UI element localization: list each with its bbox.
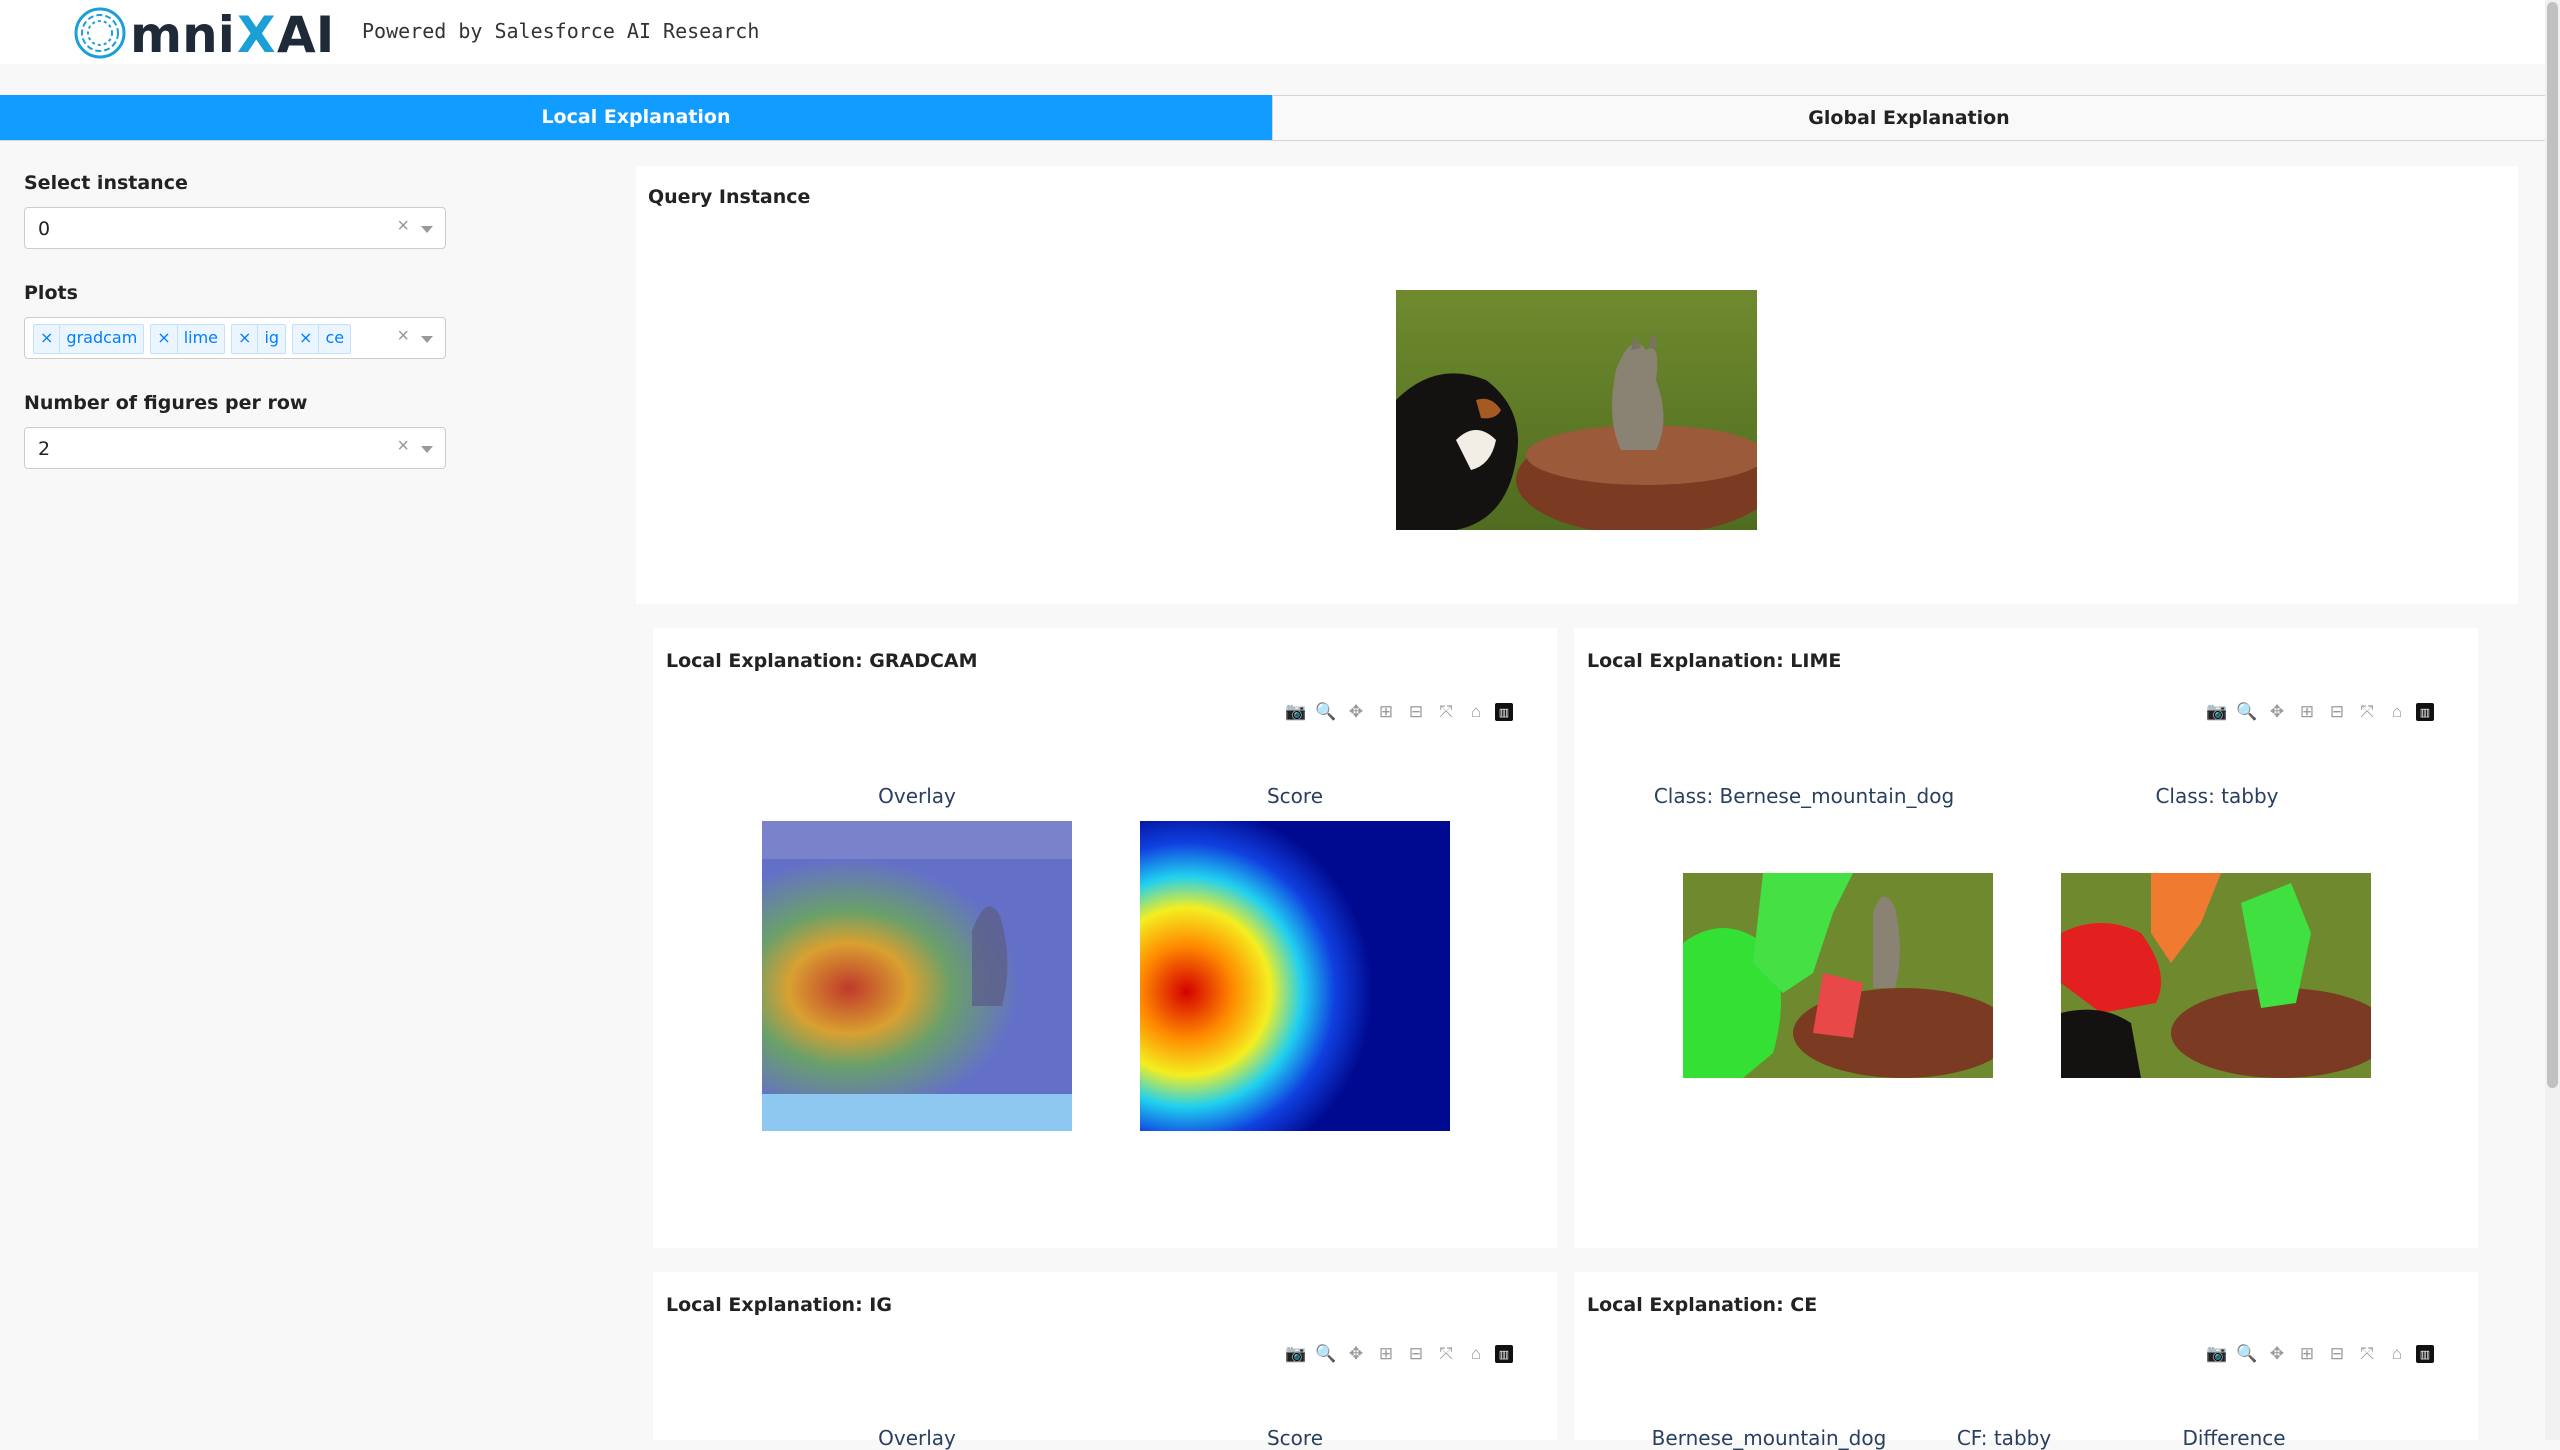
pan-icon[interactable]: ✥ <box>1345 1343 1367 1365</box>
lime-class1-image <box>1683 873 1993 1078</box>
zoom-out-icon[interactable]: ⊟ <box>1405 1343 1427 1365</box>
remove-chip-icon[interactable]: × <box>293 325 320 353</box>
pan-icon[interactable]: ✥ <box>1345 701 1367 723</box>
figures-per-row-dropdown[interactable]: 2 × <box>24 427 446 469</box>
figures-per-row-value: 2 <box>38 438 51 460</box>
remove-chip-icon[interactable]: × <box>151 325 178 353</box>
plot-chip-ig: × ig <box>231 324 287 354</box>
remove-chip-icon[interactable]: × <box>232 325 259 353</box>
pan-icon[interactable]: ✥ <box>2266 701 2288 723</box>
ig-panel: Local Explanation: IG 📷 🔍 ✥ ⊞ ⊟ ⤧ ⌂ ▥ Ov… <box>653 1272 1557 1450</box>
camera-icon[interactable]: 📷 <box>2206 701 2228 723</box>
svg-text:mni: mni <box>130 6 235 62</box>
zoom-out-icon[interactable]: ⊟ <box>1405 701 1427 723</box>
svg-text:X: X <box>237 6 276 62</box>
plot-chip-gradcam: × gradcam <box>33 324 145 354</box>
home-icon[interactable]: ⌂ <box>2386 1343 2408 1365</box>
select-instance-value: 0 <box>38 218 51 240</box>
clear-icon[interactable]: × <box>397 435 409 458</box>
gradcam-score-subtitle: Score <box>1266 784 1323 808</box>
camera-icon[interactable]: 📷 <box>1285 1343 1307 1365</box>
zoom-in-icon[interactable]: ⊞ <box>2296 1343 2318 1365</box>
powered-by-text: Powered by Salesforce AI Research <box>362 19 760 43</box>
zoom-out-icon[interactable]: ⊟ <box>2326 1343 2348 1365</box>
clear-icon[interactable]: × <box>397 325 409 348</box>
plot-chip-ce: × ce <box>292 324 352 354</box>
zoom-in-icon[interactable]: ⊞ <box>1375 701 1397 723</box>
lime-title: Local Explanation: LIME <box>1587 650 1842 672</box>
ig-overlay-subtitle: Overlay <box>878 1426 956 1450</box>
gradcam-overlay-image <box>762 821 1072 1131</box>
zoom-icon[interactable]: 🔍 <box>1315 701 1337 723</box>
ce-modebar: 📷 🔍 ✥ ⊞ ⊟ ⤧ ⌂ ▥ <box>2206 1343 2434 1365</box>
plotly-logo-icon[interactable]: ▥ <box>1495 703 1513 721</box>
omnixai-logo: mni X AI <box>74 6 334 62</box>
lime-class1-subtitle: Class: Bernese_mountain_dog <box>1653 784 1955 808</box>
zoom-in-icon[interactable]: ⊞ <box>1375 1343 1397 1365</box>
ce-counterfactual-subtitle: CF: tabby <box>1956 1426 2052 1450</box>
zoom-icon[interactable]: 🔍 <box>2236 701 2258 723</box>
plots-label: Plots <box>24 282 78 304</box>
zoom-icon[interactable]: 🔍 <box>2236 1343 2258 1365</box>
zoom-out-icon[interactable]: ⊟ <box>2326 701 2348 723</box>
ce-original-subtitle: Bernese_mountain_dog <box>1651 1426 1887 1450</box>
home-icon[interactable]: ⌂ <box>1465 701 1487 723</box>
autoscale-icon[interactable]: ⤧ <box>1435 1343 1457 1365</box>
plot-chip-lime: × lime <box>150 324 226 354</box>
autoscale-icon[interactable]: ⤧ <box>1435 701 1457 723</box>
chevron-down-icon[interactable] <box>421 336 433 343</box>
ce-difference-subtitle: Difference <box>2182 1426 2286 1450</box>
lime-class2-subtitle: Class: tabby <box>2155 784 2279 808</box>
lime-class2-image <box>2061 873 2371 1078</box>
select-instance-dropdown[interactable]: 0 × <box>24 207 446 249</box>
page-scrollbar[interactable] <box>2545 0 2560 1440</box>
lime-modebar: 📷 🔍 ✥ ⊞ ⊟ ⤧ ⌂ ▥ <box>2206 701 2434 723</box>
home-icon[interactable]: ⌂ <box>2386 701 2408 723</box>
autoscale-icon[interactable]: ⤧ <box>2356 1343 2378 1365</box>
svg-text:AI: AI <box>277 6 334 62</box>
query-instance-panel: Query Instance <box>636 166 2518 604</box>
tab-local-explanation[interactable]: Local Explanation <box>0 95 1272 140</box>
camera-icon[interactable]: 📷 <box>1285 701 1307 723</box>
gradcam-panel: Local Explanation: GRADCAM 📷 🔍 ✥ ⊞ ⊟ ⤧ ⌂… <box>653 628 1557 1248</box>
remove-chip-icon[interactable]: × <box>34 325 61 353</box>
chevron-down-icon[interactable] <box>421 226 433 233</box>
zoom-in-icon[interactable]: ⊞ <box>2296 701 2318 723</box>
gradcam-title: Local Explanation: GRADCAM <box>666 650 978 672</box>
ce-panel: Local Explanation: CE 📷 🔍 ✥ ⊞ ⊟ ⤧ ⌂ ▥ Be… <box>1574 1272 2478 1450</box>
tab-bar: Local Explanation Global Explanation <box>0 95 2545 141</box>
plotly-logo-icon[interactable]: ▥ <box>1495 1345 1513 1363</box>
app-header: mni X AI Powered by Salesforce AI Resear… <box>0 0 2545 64</box>
ig-score-subtitle: Score <box>1266 1426 1323 1450</box>
clear-icon[interactable]: × <box>397 215 409 238</box>
gradcam-modebar: 📷 🔍 ✥ ⊞ ⊟ ⤧ ⌂ ▥ <box>1285 701 1513 723</box>
chevron-down-icon[interactable] <box>421 446 433 453</box>
figures-per-row-label: Number of figures per row <box>24 392 308 414</box>
gradcam-score-image <box>1140 821 1450 1131</box>
tab-global-explanation[interactable]: Global Explanation <box>1272 95 2545 140</box>
zoom-icon[interactable]: 🔍 <box>1315 1343 1337 1365</box>
plotly-logo-icon[interactable]: ▥ <box>2416 703 2434 721</box>
gradcam-overlay-subtitle: Overlay <box>878 784 956 808</box>
plots-multiselect[interactable]: × gradcam × lime × ig × ce × <box>24 317 446 359</box>
plotly-logo-icon[interactable]: ▥ <box>2416 1345 2434 1363</box>
query-instance-image <box>1396 290 1757 530</box>
ig-title: Local Explanation: IG <box>666 1294 892 1316</box>
lime-panel: Local Explanation: LIME 📷 🔍 ✥ ⊞ ⊟ ⤧ ⌂ ▥ … <box>1574 628 2478 1248</box>
autoscale-icon[interactable]: ⤧ <box>2356 701 2378 723</box>
select-instance-label: Select instance <box>24 172 188 194</box>
query-instance-title: Query Instance <box>648 186 811 208</box>
scrollbar-thumb[interactable] <box>2547 2 2558 1088</box>
home-icon[interactable]: ⌂ <box>1465 1343 1487 1365</box>
pan-icon[interactable]: ✥ <box>2266 1343 2288 1365</box>
camera-icon[interactable]: 📷 <box>2206 1343 2228 1365</box>
ce-title: Local Explanation: CE <box>1587 1294 1818 1316</box>
ig-modebar: 📷 🔍 ✥ ⊞ ⊟ ⤧ ⌂ ▥ <box>1285 1343 1513 1365</box>
